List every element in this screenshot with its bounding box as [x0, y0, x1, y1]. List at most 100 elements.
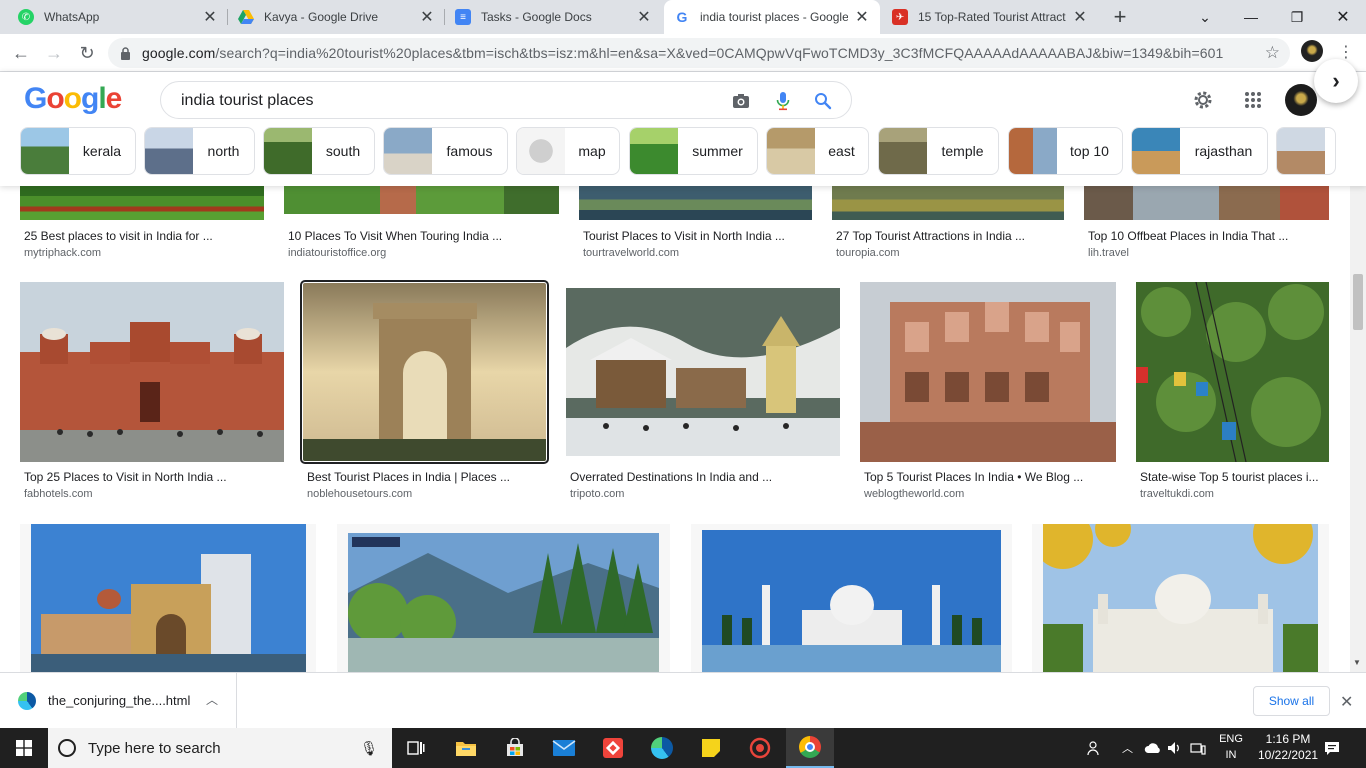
result-card[interactable]: Overrated Destinations In India and ... …	[566, 288, 840, 502]
anydesk-icon[interactable]	[589, 728, 637, 768]
result-card[interactable]: 25 Best places to visit in India for ...…	[20, 186, 264, 259]
back-arrow-icon[interactable]: ←	[8, 40, 34, 66]
result-caption[interactable]: 25 Best places to visit in India for ...	[24, 229, 260, 243]
microphone-icon[interactable]: 🎙︎	[360, 740, 378, 757]
scrollbar-thumb[interactable]	[1353, 274, 1363, 330]
chevron-up-icon[interactable]: ︿	[206, 691, 218, 708]
result-caption[interactable]: Top 5 Tourist Places In India • We Blog …	[864, 470, 1112, 484]
result-caption[interactable]: Overrated Destinations In India and ...	[570, 470, 836, 484]
result-source[interactable]: tripoto.com	[570, 488, 624, 500]
chip-rajasthan[interactable]: rajasthan	[1131, 127, 1268, 175]
result-image-hawa-mahal[interactable]	[860, 282, 1116, 462]
result-image-gateway-of-india[interactable]	[31, 524, 306, 672]
result-image-shimla[interactable]	[566, 288, 840, 456]
close-icon[interactable]: ✕	[1072, 7, 1088, 27]
result-card[interactable]: 27 Top Tourist Attractions in India ... …	[832, 186, 1064, 259]
microphone-icon[interactable]	[771, 89, 795, 113]
search-icon[interactable]	[811, 89, 835, 113]
result-source[interactable]: touropia.com	[836, 247, 900, 259]
result-caption[interactable]: 27 Top Tourist Attractions in India ...	[836, 229, 1060, 243]
task-view-icon[interactable]	[392, 728, 440, 768]
minimize-button[interactable]: —	[1228, 0, 1274, 34]
chip-summer[interactable]: summer	[629, 127, 758, 175]
close-icon[interactable]: ✕	[1340, 692, 1353, 712]
result-source[interactable]: traveltukdi.com	[1140, 488, 1214, 500]
result-card[interactable]: Tourist Places to Visit in North India .…	[579, 186, 812, 259]
forward-arrow-icon[interactable]: →	[41, 40, 67, 66]
new-tab-button[interactable]: +	[1108, 4, 1132, 30]
result-card[interactable]: Top 25 Places to Visit in North India ..…	[20, 282, 284, 502]
file-explorer-icon[interactable]	[442, 728, 490, 768]
tab-search-chevron-icon[interactable]: ⌄	[1182, 0, 1228, 34]
chip-temple[interactable]: temple	[878, 127, 999, 175]
result-caption[interactable]: Top 25 Places to Visit in North India ..…	[24, 470, 280, 484]
chip-south[interactable]: south	[263, 127, 375, 175]
result-card[interactable]: 10 Places To Visit When Touring India ..…	[284, 186, 559, 259]
chip-more[interactable]	[1276, 127, 1336, 175]
chip-top-10[interactable]: top 10	[1008, 127, 1123, 175]
result-source[interactable]: tourtravelworld.com	[583, 247, 679, 259]
result-card[interactable]	[20, 524, 316, 672]
result-source[interactable]: mytriphack.com	[24, 247, 101, 259]
result-image-red-fort[interactable]	[20, 282, 284, 462]
chevron-up-icon[interactable]: ︿	[1122, 728, 1133, 768]
apps-grid-icon[interactable]	[1237, 84, 1269, 116]
result-image[interactable]	[579, 186, 812, 220]
result-image-taj-mahal[interactable]	[702, 530, 1001, 672]
onedrive-cloud-icon[interactable]	[1144, 728, 1162, 768]
result-card[interactable]: State-wise Top 5 tourist places i... tra…	[1136, 282, 1329, 502]
result-image[interactable]	[832, 186, 1064, 220]
volume-icon[interactable]	[1167, 728, 1183, 768]
close-icon[interactable]: ✕	[419, 7, 435, 27]
result-source[interactable]: lih.travel	[1088, 247, 1129, 259]
result-caption[interactable]: Top 10 Offbeat Places in India That ...	[1088, 229, 1325, 243]
windows-start-icon[interactable]	[0, 728, 48, 768]
tab-google-search[interactable]: G india tourist places - Google ✕	[664, 0, 880, 34]
chip-map[interactable]: map	[516, 127, 620, 175]
people-icon[interactable]	[1086, 728, 1102, 768]
sticky-notes-icon[interactable]	[687, 728, 735, 768]
close-window-button[interactable]: ✕	[1320, 0, 1366, 34]
close-icon[interactable]: ✕	[202, 7, 218, 27]
result-card[interactable]	[1032, 524, 1329, 672]
mail-icon[interactable]	[540, 728, 588, 768]
close-icon[interactable]: ✕	[636, 7, 652, 27]
tab-whatsapp[interactable]: ✆ WhatsApp ✕	[8, 0, 228, 34]
result-card[interactable]	[337, 524, 670, 672]
camera-icon[interactable]	[729, 89, 753, 113]
result-card[interactable]: Top 5 Tourist Places In India • We Blog …	[860, 282, 1116, 502]
chip-north[interactable]: north	[144, 127, 255, 175]
scroll-down-arrow-icon[interactable]: ▼	[1353, 658, 1361, 667]
result-image[interactable]	[284, 186, 559, 214]
tab-google-docs[interactable]: ≡ Tasks - Google Docs ✕	[445, 0, 662, 34]
result-image-india-gate[interactable]	[300, 280, 549, 464]
tab-tourist-attractions[interactable]: ✈ 15 Top-Rated Tourist Attracti ✕	[882, 0, 1098, 34]
result-image[interactable]	[20, 186, 264, 220]
result-source[interactable]: indiatouristoffice.org	[288, 247, 386, 259]
search-input[interactable]: india tourist places	[181, 92, 314, 110]
notifications-icon[interactable]	[1324, 728, 1340, 768]
browser-profile-avatar[interactable]	[1301, 40, 1323, 62]
show-all-button[interactable]: Show all	[1253, 686, 1330, 716]
result-image-forest-river[interactable]	[348, 533, 659, 672]
search-box[interactable]: india tourist places	[160, 81, 852, 119]
result-caption[interactable]: Best Tourist Places in India | Places ..…	[307, 470, 542, 484]
lock-icon[interactable]	[120, 47, 132, 60]
result-source[interactable]: fabhotels.com	[24, 488, 92, 500]
result-caption[interactable]: Tourist Places to Visit in North India .…	[583, 229, 808, 243]
settings-gear-icon[interactable]	[1187, 84, 1219, 116]
google-logo[interactable]: Google	[24, 82, 122, 116]
screen-recorder-icon[interactable]	[736, 728, 784, 768]
address-bar[interactable]: google.com/search?q=india%20tourist%20pl…	[108, 38, 1290, 68]
result-card[interactable]: Top 10 Offbeat Places in India That ... …	[1084, 186, 1329, 259]
system-clock[interactable]: 1:16 PM 10/22/2021	[1258, 731, 1318, 763]
result-image-victoria-memorial[interactable]	[1043, 524, 1318, 672]
restore-button[interactable]: ❐	[1274, 0, 1320, 34]
language-indicator[interactable]: ENG IN	[1215, 731, 1247, 763]
chip-next-arrow-icon[interactable]: ›	[1314, 59, 1358, 103]
result-source[interactable]: weblogtheworld.com	[864, 488, 964, 500]
reload-icon[interactable]: ↻	[74, 40, 100, 66]
result-image-cable-car[interactable]	[1136, 282, 1329, 462]
chip-east[interactable]: east	[766, 127, 869, 175]
result-image[interactable]	[1084, 186, 1329, 220]
